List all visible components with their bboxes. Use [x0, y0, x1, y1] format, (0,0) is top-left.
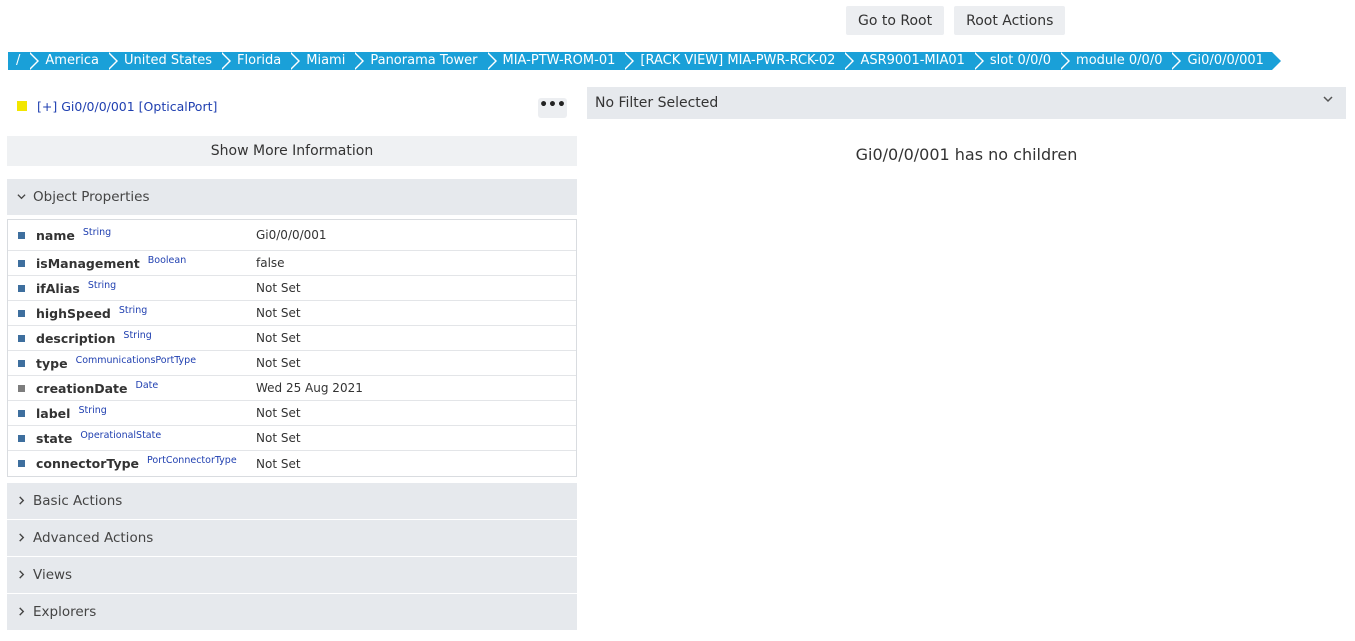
- breadcrumb-item-root[interactable]: /: [8, 52, 41, 70]
- property-row-state: state OperationalState Not Set: [8, 426, 576, 451]
- property-row-type: type CommunicationsPortType Not Set: [8, 351, 576, 376]
- advanced-actions-label: Advanced Actions: [33, 530, 154, 546]
- property-type: CommunicationsPortType: [75, 354, 197, 366]
- show-more-information-button[interactable]: Show More Information: [7, 136, 577, 166]
- chevron-down-icon: [17, 191, 26, 204]
- property-value[interactable]: Not Set: [256, 406, 301, 420]
- breadcrumb-item-module[interactable]: module 0/0/0: [1059, 52, 1182, 70]
- property-bullet-icon: [18, 409, 25, 417]
- property-name: label: [36, 405, 71, 421]
- property-row-name: name String Gi0/0/0/001: [8, 220, 576, 251]
- property-value[interactable]: Not Set: [256, 431, 301, 445]
- property-row-ismanagement: isManagement Boolean false: [8, 251, 576, 276]
- property-name: highSpeed: [36, 305, 111, 321]
- views-label: Views: [33, 567, 73, 583]
- views-panel-header[interactable]: Views: [7, 557, 577, 593]
- breadcrumb: / America United States Florida Miami Pa…: [8, 52, 1282, 70]
- property-type: String: [87, 279, 117, 291]
- property-name: ifAlias: [36, 280, 80, 296]
- object-properties-label: Object Properties: [33, 189, 150, 205]
- property-value[interactable]: Not Set: [256, 457, 301, 471]
- property-bullet-icon: [18, 334, 25, 342]
- property-type: String: [78, 404, 107, 416]
- object-properties-panel: Object Properties name String Gi0/0/0/00…: [7, 179, 577, 477]
- chevron-right-icon: [17, 495, 25, 508]
- object-detail-panel: [+] Gi0/0/0/001 [OpticalPort] ••• Show M…: [7, 88, 577, 630]
- property-bullet-icon: [18, 434, 25, 442]
- property-row-connectortype: connectorType PortConnectorType Not Set: [8, 451, 576, 476]
- breadcrumb-item-rack[interactable]: [RACK VIEW] MIA-PWR-RCK-02: [623, 52, 855, 70]
- chevron-right-icon: [17, 532, 25, 545]
- go-to-root-button[interactable]: Go to Root: [846, 6, 945, 35]
- property-name: type: [36, 355, 68, 371]
- property-name: creationDate: [36, 380, 128, 396]
- property-bullet-icon: [18, 460, 25, 467]
- top-toolbar: Go to Root Root Actions: [846, 6, 1066, 35]
- no-children-message: Gi0/0/0/001 has no children: [855, 145, 1078, 164]
- chevron-right-icon: [17, 606, 25, 619]
- property-value[interactable]: Not Set: [256, 331, 301, 345]
- property-name: description: [36, 330, 116, 346]
- breadcrumb-item-slot[interactable]: slot 0/0/0: [972, 52, 1071, 70]
- properties-table: name String Gi0/0/0/001 isManagement Boo…: [7, 219, 577, 477]
- property-name: state: [36, 430, 73, 446]
- root-actions-button[interactable]: Root Actions: [954, 6, 1066, 35]
- property-name: connectorType: [36, 456, 140, 471]
- breadcrumb-item-router[interactable]: ASR9001-MIA01: [843, 52, 985, 70]
- more-options-button[interactable]: •••: [538, 98, 567, 118]
- children-panel: No Filter Selected Gi0/0/0/001 has no ch…: [587, 87, 1346, 164]
- property-row-creationdate: creationDate Date Wed 25 Aug 2021: [8, 376, 576, 401]
- breadcrumb-item-room[interactable]: MIA-PTW-ROM-01: [485, 52, 635, 70]
- property-bullet-icon: [18, 309, 25, 317]
- breadcrumb-item-america[interactable]: America: [28, 52, 118, 70]
- filter-select[interactable]: No Filter Selected: [587, 87, 1346, 119]
- property-value[interactable]: false: [256, 256, 285, 270]
- property-bullet-icon: [18, 231, 25, 239]
- breadcrumb-item-port[interactable]: Gi0/0/0/001: [1170, 52, 1282, 70]
- property-bullet-icon: [18, 259, 25, 267]
- object-header: [+] Gi0/0/0/001 [OpticalPort] •••: [7, 88, 577, 124]
- advanced-actions-panel-header[interactable]: Advanced Actions: [7, 520, 577, 556]
- property-name: name: [36, 227, 75, 243]
- property-value[interactable]: Not Set: [256, 281, 301, 295]
- property-value[interactable]: Not Set: [256, 356, 301, 370]
- property-value[interactable]: Gi0/0/0/001: [256, 228, 327, 242]
- object-color-indicator: [17, 101, 27, 111]
- property-bullet-icon: [18, 384, 25, 392]
- property-row-highspeed: highSpeed String Not Set: [8, 301, 576, 326]
- explorers-label: Explorers: [33, 604, 97, 620]
- property-type: String: [123, 329, 152, 341]
- property-bullet-icon: [18, 284, 25, 292]
- property-type: PortConnectorType: [147, 455, 237, 466]
- basic-actions-panel-header[interactable]: Basic Actions: [7, 483, 577, 519]
- property-type: Boolean: [147, 254, 187, 266]
- property-type: OperationalState: [80, 429, 162, 441]
- chevron-down-icon: [1322, 93, 1334, 109]
- property-value: Wed 25 Aug 2021: [256, 381, 363, 395]
- property-row-ifalias: ifAlias String Not Set: [8, 276, 576, 301]
- basic-actions-label: Basic Actions: [33, 493, 123, 509]
- property-type: Date: [135, 379, 159, 391]
- property-type: String: [118, 304, 148, 316]
- explorers-panel-header[interactable]: Explorers: [7, 594, 577, 630]
- chevron-right-icon: [17, 569, 25, 582]
- property-value[interactable]: Not Set: [256, 306, 301, 320]
- filter-selected-value: No Filter Selected: [595, 95, 719, 111]
- property-row-label: label String Not Set: [8, 401, 576, 426]
- object-title[interactable]: [+] Gi0/0/0/001 [OpticalPort]: [37, 99, 217, 114]
- property-row-description: description String Not Set: [8, 326, 576, 351]
- breadcrumb-item-united-states[interactable]: United States: [107, 52, 232, 70]
- property-name: isManagement: [36, 255, 140, 271]
- property-type: String: [82, 226, 112, 238]
- property-bullet-icon: [18, 359, 25, 367]
- object-properties-header[interactable]: Object Properties: [7, 179, 577, 215]
- breadcrumb-item-panorama-tower[interactable]: Panorama Tower: [353, 52, 497, 70]
